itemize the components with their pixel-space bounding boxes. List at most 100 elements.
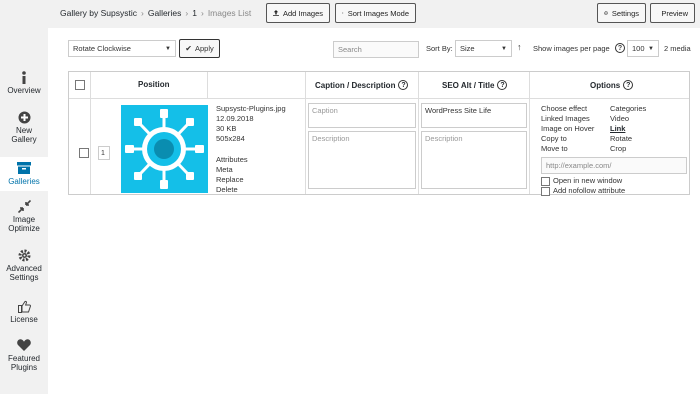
apply-button[interactable]: ✔ Apply bbox=[179, 39, 220, 58]
column-divider bbox=[90, 72, 91, 194]
per-page-value: 100 bbox=[632, 44, 645, 53]
help-icon[interactable]: ? bbox=[497, 80, 508, 90]
sort-by-select[interactable]: Size ▼ bbox=[455, 40, 512, 57]
image-on-hover-link[interactable]: Image on Hover bbox=[541, 124, 594, 134]
linked-images-link[interactable]: Linked Images bbox=[541, 114, 594, 124]
image-details: Supsystc-Plugins.jpg 12.09.2018 30 KB 50… bbox=[216, 104, 286, 195]
sort-direction-arrow-icon[interactable]: ↑ bbox=[517, 42, 522, 52]
sidebar-item-advanced-settings[interactable]: Advanced Settings bbox=[0, 248, 48, 288]
column-divider bbox=[207, 72, 208, 98]
sort-by-value: Size bbox=[460, 44, 475, 53]
column-divider bbox=[305, 72, 306, 194]
sidebar-item-label: New Gallery bbox=[11, 126, 37, 144]
sidebar-item-galleries[interactable]: Galleries bbox=[0, 157, 48, 191]
image-dimensions: 505x284 bbox=[216, 134, 245, 143]
image-size: 30 KB bbox=[216, 124, 237, 133]
chevron-right-icon: › bbox=[200, 8, 204, 18]
images-table: Position Caption / Description? SEO Alt … bbox=[68, 71, 690, 196]
search-placeholder: Search bbox=[338, 45, 362, 54]
sidebar: Overview New Gallery Galleries Image Opt… bbox=[0, 62, 48, 394]
header-options-label: Options bbox=[590, 80, 621, 90]
options-list-right: Categories Video Link Rotate Crop bbox=[610, 104, 646, 154]
caption-placeholder: Caption bbox=[312, 106, 338, 115]
options-list-left: Choose effect Linked Images Image on Hov… bbox=[541, 104, 594, 154]
chevron-right-icon: › bbox=[141, 8, 144, 18]
header-caption: Caption / Description? bbox=[315, 80, 409, 90]
sidebar-item-label: Overview bbox=[7, 86, 41, 95]
rotate-link[interactable]: Rotate bbox=[610, 134, 646, 144]
arrows-icon bbox=[342, 12, 344, 14]
copy-to-link[interactable]: Copy to bbox=[541, 134, 594, 144]
delete-link[interactable]: Delete bbox=[216, 185, 286, 195]
column-divider bbox=[418, 72, 419, 194]
image-thumbnail[interactable] bbox=[121, 105, 208, 193]
add-images-label: Add Images bbox=[282, 8, 323, 18]
help-icon[interactable]: ? bbox=[398, 80, 409, 90]
heart-icon bbox=[17, 338, 31, 352]
breadcrumb-gallery-id[interactable]: 1 bbox=[192, 8, 197, 18]
per-page-label: Show images per page bbox=[533, 44, 610, 53]
header-caption-label: Caption / Description bbox=[315, 80, 396, 90]
add-images-button[interactable]: Add Images bbox=[266, 3, 330, 23]
sidebar-item-label: Advanced Settings bbox=[6, 264, 42, 282]
plugins-illustration bbox=[125, 109, 204, 189]
add-nofollow-checkbox[interactable] bbox=[541, 187, 550, 196]
sidebar-item-label: Image Optimize bbox=[8, 215, 40, 233]
url-placeholder: http://example.com/ bbox=[546, 161, 612, 170]
replace-link[interactable]: Replace bbox=[216, 175, 286, 185]
settings-button[interactable]: Settings bbox=[597, 3, 646, 23]
link-tab[interactable]: Link bbox=[610, 124, 646, 134]
apply-label: Apply bbox=[194, 44, 214, 53]
chevron-right-icon: › bbox=[185, 8, 189, 18]
add-nofollow-label: Add nofollow attribute bbox=[553, 186, 626, 195]
breadcrumb-galleries[interactable]: Galleries bbox=[148, 8, 182, 18]
sidebar-item-new-gallery[interactable]: New Gallery bbox=[0, 110, 48, 150]
seo-alt-textarea[interactable]: WordPress Site Life bbox=[421, 103, 527, 128]
select-all-checkbox[interactable] bbox=[75, 80, 85, 90]
seo-description-textarea[interactable]: Description bbox=[421, 131, 527, 189]
header-position: Position bbox=[138, 80, 170, 89]
image-date: 12.09.2018 bbox=[216, 114, 254, 123]
bulk-action-select[interactable]: Rotate Clockwise ▼ bbox=[68, 40, 176, 57]
sidebar-item-license[interactable]: License bbox=[0, 299, 48, 329]
choose-effect-link[interactable]: Choose effect bbox=[541, 104, 594, 114]
breadcrumb: Gallery by Supsystic › Galleries › 1 › Images … bbox=[60, 8, 251, 18]
header-options: Options? bbox=[590, 80, 634, 90]
sidebar-item-overview[interactable]: Overview bbox=[0, 70, 48, 102]
categories-link[interactable]: Categories bbox=[610, 104, 646, 114]
open-new-window-label: Open in new window bbox=[553, 176, 623, 185]
sort-images-mode-label: Sort Images Mode bbox=[347, 8, 409, 18]
url-input[interactable]: http://example.com/ bbox=[541, 157, 687, 174]
row-checkbox[interactable] bbox=[79, 148, 89, 158]
caption-textarea[interactable]: Caption bbox=[308, 103, 416, 128]
sidebar-item-featured-plugins[interactable]: Featured Plugins bbox=[0, 338, 48, 378]
crop-link[interactable]: Crop bbox=[610, 144, 646, 154]
description-textarea[interactable]: Description bbox=[308, 131, 416, 189]
sort-images-mode-button[interactable]: Sort Images Mode bbox=[335, 3, 416, 23]
header-seo: SEO Alt / Title? bbox=[442, 80, 508, 90]
position-input[interactable]: 1 bbox=[98, 146, 110, 160]
open-new-window-checkbox[interactable] bbox=[541, 177, 550, 186]
main-panel: Rotate Clockwise ▼ ✔ Apply Search Sort B… bbox=[48, 28, 700, 394]
attributes-link[interactable]: Attributes bbox=[216, 155, 286, 165]
preview-button[interactable]: Preview bbox=[650, 3, 695, 23]
move-to-link[interactable]: Move to bbox=[541, 144, 594, 154]
preview-label: Preview bbox=[661, 8, 688, 18]
sidebar-item-label: License bbox=[10, 315, 38, 324]
image-filename: Supsystc-Plugins.jpg bbox=[216, 104, 286, 113]
help-icon[interactable]: ? bbox=[615, 43, 625, 53]
media-count: 2 media bbox=[664, 44, 691, 53]
chevron-down-icon: ▼ bbox=[648, 45, 654, 52]
description-placeholder: Description bbox=[312, 134, 350, 143]
thumbs-up-icon bbox=[17, 299, 31, 313]
checkmark-icon: ✔ bbox=[185, 44, 192, 53]
meta-link[interactable]: Meta bbox=[216, 165, 286, 175]
breadcrumb-root[interactable]: Gallery by Supsystic bbox=[60, 8, 137, 18]
video-link[interactable]: Video bbox=[610, 114, 646, 124]
gear-icon bbox=[17, 248, 31, 262]
sidebar-item-image-optimize[interactable]: Image Optimize bbox=[0, 199, 48, 239]
per-page-select[interactable]: 100 ▼ bbox=[627, 40, 659, 57]
search-input[interactable]: Search bbox=[333, 41, 419, 58]
help-icon[interactable]: ? bbox=[623, 80, 634, 90]
header-divider bbox=[69, 98, 689, 99]
